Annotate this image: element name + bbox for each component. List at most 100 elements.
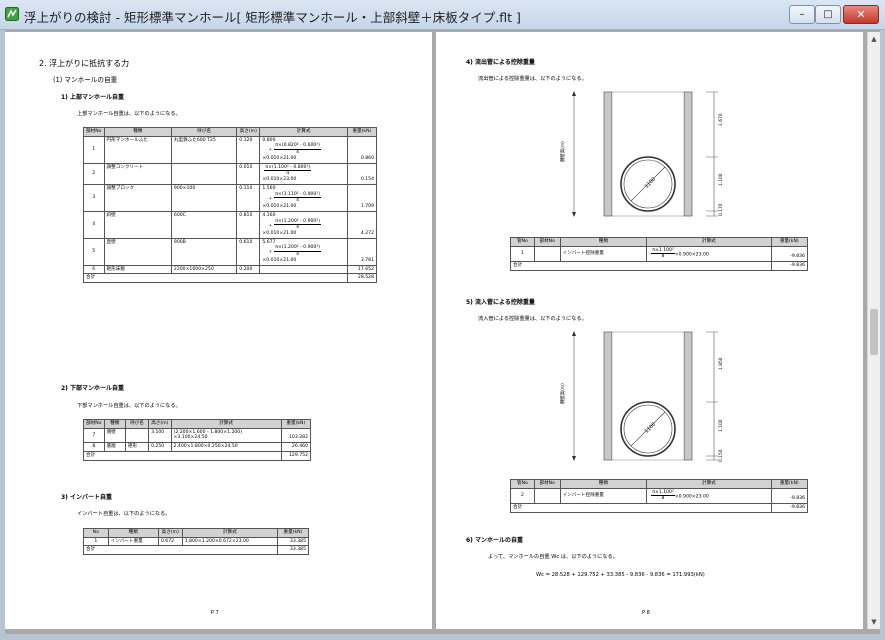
fraction: π×1.100² 8	[651, 247, 675, 260]
desc-outflow-deduction: 流出管による控除重量は、以下のようになる。	[478, 76, 587, 82]
desc-inflow-deduction: 流入管による控除重量は、以下のようになる。	[478, 316, 587, 322]
cell-pipe-no: 1	[510, 245, 535, 263]
cell-kind: 斜壁	[103, 210, 172, 239]
cell-height: 0.010	[236, 162, 261, 185]
scroll-up-arrow-icon[interactable]: ▲	[869, 34, 879, 44]
table-total-row: 合計 -9.836	[510, 503, 809, 513]
outflow-deduction-table: 管No 部材No 種類 計算式 重量(kN) 1 インバート控除重量 π×1.1…	[510, 237, 809, 271]
header-cell: 種類	[103, 127, 172, 137]
fraction: π×(1.100² - 0.800²) 4	[264, 164, 312, 177]
header-cell: 高さ(m)	[157, 528, 183, 538]
vertical-scrollbar[interactable]: ▲ ▼	[867, 32, 880, 629]
cell-height: 0.610	[236, 237, 261, 266]
formula-line: ×3.100×24.50	[173, 435, 208, 441]
heading-invert-weight: 3) インバート自重	[61, 494, 113, 501]
header-cell: 計算式	[646, 479, 772, 489]
cell-formula: 5.677 + π×(1.200² - 0.900²) 4 ×0.010×21.00	[259, 237, 348, 266]
cell-name: 600C	[170, 210, 238, 239]
minimize-button[interactable]: –	[789, 5, 815, 24]
invert-weight-table: No 種類 高さ(m) 計算式 重量(kN) 1 インバート重量 0.672 1…	[83, 528, 310, 556]
dim-label: 1.100	[718, 419, 724, 432]
cell-formula: 1.800×1.200×0.672×23.00	[181, 536, 278, 547]
formula-line: ×0.010×21.00	[262, 155, 297, 161]
desc-invert-weight: インバート自重は、以下のようになる。	[77, 511, 171, 517]
header-cell: 呼び名	[170, 127, 238, 137]
cell-no: 7	[83, 427, 105, 444]
cell-formula: (2.200×1.600 - 1.800×1.200) ×3.100×24.50	[170, 427, 282, 444]
total-value: 33.385	[276, 545, 310, 556]
app-icon	[5, 7, 19, 21]
header-cell: 高さ(m)	[148, 419, 172, 429]
header-cell: 重量(kN)	[770, 237, 809, 247]
cell-kind: 円形マンホールふた	[103, 135, 172, 164]
header-cell: 種類	[107, 528, 159, 538]
table-total-row: 合計 33.385	[83, 545, 310, 556]
cell-name: 矩形	[124, 442, 150, 452]
wall-height-label: 側壁高(m)	[559, 383, 566, 404]
header-cell: 重量(kN)	[346, 127, 378, 137]
inflow-pipe-figure: 1100 側壁高(m) 1.850 1.100 0.150	[559, 331, 724, 462]
table-row: 6 矩形床版 2200×1600×250 0.200 17.652	[83, 264, 378, 275]
table-row: 1 円形マンホールふた 丸型鉄ふた600 T25 0.120 0.800 + π×…	[83, 135, 378, 164]
cell-kind: 直壁	[103, 237, 172, 266]
cell-weight: 0.860	[346, 135, 378, 164]
cell-name: 900×100	[170, 183, 238, 212]
header-cell: 管No	[510, 479, 535, 489]
cell-formula: 0.800 + π×(0.820² - 0.600²) 4 ×0.010×21.00	[259, 135, 348, 164]
table-row: 3 調整ブロック 900×100 0.110 1.560 + π×(1.110² …	[83, 183, 378, 212]
cell-weight: 4.272	[346, 210, 378, 239]
cell-weight: 3.781	[346, 237, 378, 266]
cell-kind: 矩形床版	[103, 264, 172, 275]
table-header-row: No 種類 高さ(m) 計算式 重量(kN)	[83, 528, 310, 538]
right-wall	[683, 91, 693, 217]
cell-formula: 4.160 + π×(1.200² - 0.900²) 4 ×0.010×21.00	[259, 210, 348, 239]
left-wall	[603, 331, 613, 461]
table-header-row: 管No 部材No 種類 計算式 重量(kN)	[510, 237, 809, 247]
fraction: π×(1.200² - 0.900²) 4	[274, 218, 321, 231]
cell-weight: -9.836	[770, 487, 809, 505]
close-button[interactable]: ✕	[843, 5, 879, 24]
header-cell: 部材No	[83, 419, 105, 429]
lower-weight-table: 部材No 種類 呼び名 高さ(m) 計算式 重量(kN) 7 側壁 3.100 …	[83, 419, 312, 461]
right-wall	[683, 331, 693, 461]
cell-kind: インバート控除重量	[559, 487, 648, 505]
arrow-up-icon	[572, 331, 576, 336]
table-row: 5 直壁 900B 0.610 5.677 + π×(1.200² - 0.900…	[83, 237, 378, 266]
cell-no: 1	[83, 135, 105, 164]
cell-weight: -9.836	[770, 245, 809, 263]
table-row: 2 インバート控除重量 π×1.100² 8 ×0.900×23.00 -9.836	[510, 487, 809, 505]
cell-kind: 底版	[103, 442, 126, 452]
cell-height: 0.200	[236, 264, 261, 275]
cell-no: 8	[83, 442, 105, 452]
cell-height: 0.250	[148, 442, 172, 452]
formula-line: ×0.010×21.00	[262, 257, 297, 263]
scroll-down-arrow-icon[interactable]: ▼	[869, 617, 879, 627]
cell-no: 1	[83, 536, 109, 547]
table-header-row: 管No 部材No 種類 計算式 重量(kN)	[510, 479, 809, 489]
cell-formula: π×1.100² 8 ×0.900×23.00	[646, 245, 772, 263]
cell-kind: インバート控除重量	[559, 245, 648, 263]
total-label: 合計	[83, 273, 348, 284]
formula-line: ×0.010×23.00	[262, 177, 297, 183]
manhole-weight-equation: Wc = 28.528 + 129.752 + 33.385 - 9.836 -…	[536, 572, 705, 578]
cell-kind: インバート重量	[107, 536, 159, 547]
dim-label: 0.170	[718, 203, 724, 216]
cell-height: 0.120	[236, 135, 261, 164]
maximize-button[interactable]: □	[815, 5, 841, 24]
header-cell: 重量(kN)	[280, 419, 312, 429]
header-cell: 計算式	[181, 528, 278, 538]
scrollbar-thumb[interactable]	[870, 309, 878, 355]
header-cell: 重量(kN)	[770, 479, 809, 489]
cell-kind: 調整ブロック	[103, 183, 172, 212]
manhole-interior	[611, 91, 685, 217]
cell-formula: 2.400×1.800×0.250×24.50	[170, 442, 282, 452]
cell-weight: 1.709	[346, 183, 378, 212]
cell-height: 3.100	[148, 427, 172, 444]
cell-weight: 33.385	[276, 536, 310, 547]
total-label: 合計	[83, 450, 282, 461]
header-cell: 部材No	[83, 127, 105, 137]
document-viewer: 2. 浮上がりに抵抗する力 (1) マンホールの自重 1) 上部マンホール自重 …	[5, 30, 880, 634]
total-label: 合計	[510, 503, 772, 513]
arrow-up-icon	[572, 91, 576, 96]
header-cell: 計算式	[259, 127, 348, 137]
